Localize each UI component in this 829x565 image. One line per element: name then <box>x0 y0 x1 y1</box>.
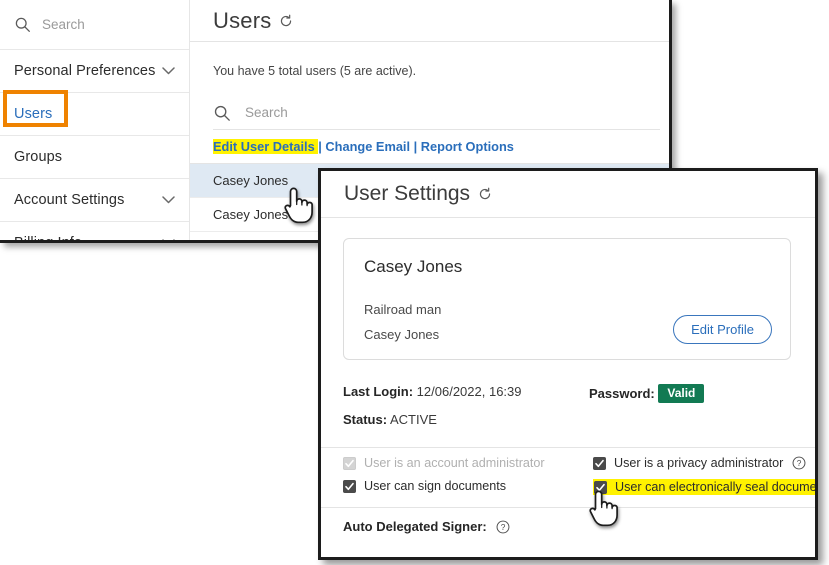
status-row: Status: ACTIVE <box>321 412 815 440</box>
profile-title: Railroad man <box>364 302 441 317</box>
help-icon[interactable]: ? <box>792 456 806 470</box>
chevron-down-icon <box>162 196 175 205</box>
page-title: Users <box>190 0 669 42</box>
profile-card: Casey Jones Railroad man Casey Jones Edi… <box>343 238 791 360</box>
sidebar-item-groups[interactable]: Groups <box>0 136 189 179</box>
permission-can-sign-documents[interactable]: User can sign documents <box>343 479 506 493</box>
change-email-link[interactable]: Change Email <box>325 139 410 154</box>
sidebar-item-label: Account Settings <box>14 192 124 208</box>
sidebar-item-account-settings[interactable]: Account Settings <box>0 179 189 222</box>
sidebar-item-personal-preferences[interactable]: Personal Preferences <box>0 50 189 93</box>
edit-profile-button[interactable]: Edit Profile <box>673 315 772 344</box>
sidebar: Search Personal Preferences Users Groups… <box>0 0 190 243</box>
permission-label: User can electronically seal documents <box>615 480 818 494</box>
screenshot-root: Search Personal Preferences Users Groups… <box>0 0 829 565</box>
status-value: ACTIVE <box>390 412 437 427</box>
auto-delegated-signer-row: Auto Delegated Signer: ? <box>343 519 510 534</box>
report-options-link[interactable]: Report Options <box>421 139 514 154</box>
user-count-text: You have 5 total users (5 are active). <box>190 42 669 78</box>
sidebar-item-users[interactable]: Users <box>0 93 189 136</box>
permission-label: User can sign documents <box>364 479 506 493</box>
action-separator: | <box>318 139 322 154</box>
settings-page-title: User Settings <box>321 171 815 218</box>
profile-name: Casey Jones <box>364 257 462 277</box>
refresh-icon[interactable] <box>478 187 492 201</box>
sidebar-item-billing-info[interactable]: Billing Info <box>0 222 189 243</box>
profile-fullname: Casey Jones <box>364 327 439 342</box>
search-icon <box>14 16 31 33</box>
users-search-placeholder: Search <box>245 105 288 120</box>
refresh-icon[interactable] <box>279 14 293 28</box>
chevron-down-icon <box>162 67 175 76</box>
auto-delegated-signer-label: Auto Delegated Signer: <box>343 519 487 534</box>
users-search-input[interactable]: Search <box>213 96 660 130</box>
sidebar-item-label: Personal Preferences <box>14 63 155 79</box>
sidebar-item-label: Groups <box>14 149 62 165</box>
password-label: Password: <box>589 386 655 401</box>
user-actions-bar: Edit User Details | Change Email | Repor… <box>190 130 669 164</box>
user-settings-window: User Settings Casey Jones Railroad man C… <box>318 168 818 560</box>
permission-account-administrator: User is an account administrator <box>343 456 545 470</box>
permissions-row-1: User is an account administrator User is… <box>321 456 815 479</box>
checkbox-checked-icon[interactable] <box>593 457 606 470</box>
svg-text:?: ? <box>797 458 802 468</box>
permissions-row-2: User can sign documents User can electro… <box>321 479 815 502</box>
permission-label: User is an account administrator <box>364 456 545 470</box>
permission-electronic-seal-documents[interactable]: User can electronically seal documents <box>593 479 818 495</box>
permissions-block: User is an account administrator User is… <box>321 447 815 508</box>
help-icon[interactable]: ? <box>496 520 510 534</box>
checkbox-checked-disabled-icon <box>343 457 356 470</box>
sidebar-search[interactable]: Search <box>0 0 189 50</box>
edit-user-details-link[interactable]: Edit User Details <box>213 139 315 154</box>
user-name: Casey Jones <box>213 173 288 188</box>
user-meta-block: Last Login: 12/06/2022, 16:39 Password: … <box>321 384 815 440</box>
status-badge: Valid <box>658 384 704 403</box>
checkbox-checked-icon[interactable] <box>343 480 356 493</box>
last-login-label: Last Login: <box>343 384 413 399</box>
page-title-text: Users <box>213 8 271 34</box>
last-login-row: Last Login: 12/06/2022, 16:39 Password: … <box>321 384 815 412</box>
sidebar-item-label: Users <box>14 106 52 122</box>
status-label: Status: <box>343 412 387 427</box>
checkbox-checked-icon[interactable] <box>594 481 607 494</box>
settings-page-title-text: User Settings <box>344 182 470 206</box>
chevron-down-icon <box>162 239 175 244</box>
svg-text:?: ? <box>500 522 505 532</box>
permission-label: User is a privacy administrator <box>614 456 783 470</box>
permission-privacy-administrator[interactable]: User is a privacy administrator ? <box>593 456 806 470</box>
last-login-value: 12/06/2022, 16:39 <box>417 384 522 399</box>
search-icon <box>213 104 231 122</box>
password-group: Password: Valid <box>589 384 704 403</box>
user-name: Casey Jones <box>213 207 288 222</box>
sidebar-search-placeholder: Search <box>42 17 85 32</box>
sidebar-item-label: Billing Info <box>14 235 82 243</box>
action-separator: | <box>414 139 418 154</box>
